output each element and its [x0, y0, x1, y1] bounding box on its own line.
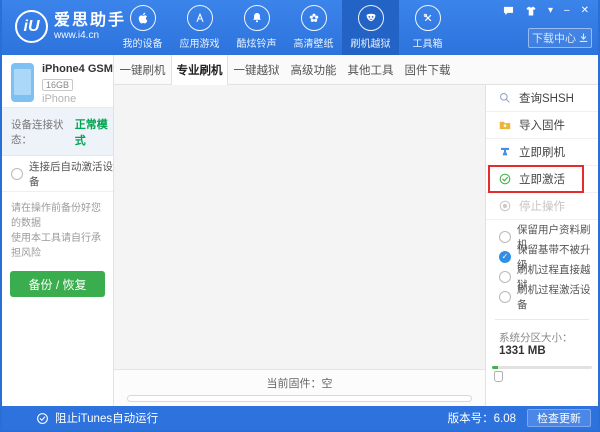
- main-nav: 我的设备 应用游戏 酷炫铃声 高清壁纸 刷机越狱 工具箱: [114, 0, 456, 55]
- device-sidebar: iPhone4 GSM 16GB iPhone 设备连接状态： 正常模式 连接后自…: [2, 55, 114, 406]
- query-shsh-button[interactable]: 查询SHSH: [486, 85, 598, 112]
- firmware-list-area: [114, 85, 485, 369]
- radio-icon[interactable]: [499, 231, 511, 243]
- minimize-icon[interactable]: –: [564, 5, 570, 17]
- menu-icon[interactable]: ▾: [548, 5, 553, 17]
- app-logo: iU 爱思助手 www.i4.cn: [15, 10, 126, 43]
- action-sidebar: 查询SHSH 导入固件 立即刷机 立即激活 停止操作 保留用户资料刷机 ✓ 保留…: [485, 85, 598, 406]
- current-firmware-strip: 当前固件：空: [114, 369, 485, 406]
- mask-icon: [357, 5, 384, 31]
- connection-status-value: 正常模式: [74, 118, 108, 147]
- bell-icon: [243, 5, 270, 31]
- nav-item-wallpapers[interactable]: 高清壁纸: [285, 0, 342, 55]
- stop-icon: [499, 200, 511, 212]
- nav-label: 刷机越狱: [350, 39, 391, 50]
- nav-item-toolbox[interactable]: 工具箱: [399, 0, 456, 55]
- download-icon: [579, 33, 588, 42]
- device-capacity-badge: 16GB: [42, 79, 74, 91]
- iphone-icon: [11, 63, 34, 102]
- app-window: iU 爱思助手 www.i4.cn 我的设备 应用游戏 酷炫铃声 高清壁纸 刷机…: [0, 0, 600, 432]
- slider-fill: [492, 366, 498, 369]
- apple-icon: [129, 5, 156, 31]
- flash-now-button[interactable]: 立即刷机: [486, 139, 598, 166]
- window-controls: ▾ – ✕: [503, 5, 589, 17]
- partition-size-slider[interactable]: [492, 366, 592, 384]
- block-itunes-toggle[interactable]: 阻止iTunes自动运行: [36, 410, 158, 426]
- device-info: iPhone4 GSM 16GB iPhone: [2, 55, 113, 108]
- theme-icon[interactable]: [525, 5, 537, 17]
- nav-item-apps-games[interactable]: 应用游戏: [171, 0, 228, 55]
- flash-options: 保留用户资料刷机 保留基带不被升级 刷机过程直接越狱 刷机过程激活设备: [486, 220, 598, 311]
- divider: [495, 319, 589, 320]
- nav-item-my-devices[interactable]: 我的设备: [114, 0, 171, 55]
- current-firmware-label: 当前固件：空: [266, 377, 333, 390]
- auto-activate-label: 连接后自动激活设备: [29, 160, 113, 188]
- radio-icon[interactable]: [11, 167, 23, 180]
- nav-label: 工具箱: [412, 39, 443, 50]
- radio-icon[interactable]: [499, 291, 511, 303]
- tab-one-key-flash[interactable]: 一键刷机: [114, 55, 171, 84]
- nav-item-ringtones[interactable]: 酷炫铃声: [228, 0, 285, 55]
- tab-advanced[interactable]: 高级功能: [285, 55, 342, 84]
- radio-icon[interactable]: [499, 271, 511, 283]
- flash-progress-bar: [126, 394, 472, 402]
- shsh-search-icon: [500, 93, 510, 103]
- device-name: iPhone4 GSM: [42, 63, 113, 75]
- flash-tabs: 一键刷机 专业刷机 一键越狱 高级功能 其他工具 固件下载: [114, 55, 598, 85]
- logo-badge-icon: iU: [15, 10, 48, 43]
- main-panel: 当前固件：空: [114, 85, 485, 406]
- nav-label: 酷炫铃声: [236, 39, 277, 50]
- nav-label: 高清壁纸: [293, 39, 334, 50]
- tab-firmware-download[interactable]: 固件下载: [399, 55, 456, 84]
- auto-activate-option[interactable]: 连接后自动激活设备: [2, 156, 113, 192]
- flower-icon: [300, 5, 327, 31]
- tab-pro-flash[interactable]: 专业刷机: [171, 55, 228, 85]
- option-activate-during-flash[interactable]: 刷机过程激活设备: [486, 284, 598, 311]
- check-circle-icon: [37, 412, 48, 424]
- slider-track[interactable]: [492, 366, 592, 369]
- feedback-icon[interactable]: [503, 5, 514, 17]
- system-partition-size: 系统分区大小：1331 MB: [499, 332, 573, 357]
- activate-now-button[interactable]: 立即激活: [486, 165, 598, 193]
- appstore-icon: [186, 5, 213, 31]
- radio-checked-icon[interactable]: [499, 251, 511, 263]
- version-label: 版本号：6.08: [447, 413, 516, 425]
- import-firmware-button[interactable]: 导入固件: [486, 112, 598, 139]
- tab-other-tools[interactable]: 其他工具: [342, 55, 399, 84]
- download-center-label: 下载中心: [532, 33, 576, 45]
- header: iU 爱思助手 www.i4.cn 我的设备 应用游戏 酷炫铃声 高清壁纸 刷机…: [2, 0, 598, 55]
- warning-text: 请在操作前备份好您的数据 使用本工具请自行承担风险: [11, 203, 101, 259]
- check-update-button[interactable]: 检查更新: [527, 409, 591, 427]
- device-model: iPhone: [42, 93, 77, 105]
- stop-operation-button[interactable]: 停止操作: [486, 193, 598, 220]
- close-icon[interactable]: ✕: [581, 5, 589, 17]
- backup-restore-button[interactable]: 备份 / 恢复: [10, 271, 105, 297]
- nav-item-flash-jailbreak[interactable]: 刷机越狱: [342, 0, 399, 55]
- connection-status: 设备连接状态： 正常模式: [2, 108, 113, 156]
- status-bar: 阻止iTunes自动运行 版本号：6.08 检查更新: [2, 406, 598, 430]
- slider-handle[interactable]: [494, 371, 503, 382]
- partition-size-value: 1331 MB: [499, 345, 546, 357]
- import-firmware-icon: [499, 121, 511, 130]
- tools-icon: [414, 5, 441, 31]
- tab-one-key-jailbreak[interactable]: 一键越狱: [228, 55, 285, 84]
- nav-label: 我的设备: [122, 39, 163, 50]
- connection-status-label: 设备连接状态：: [11, 118, 64, 146]
- activate-check-icon: [499, 173, 511, 185]
- flash-brush-icon: [500, 147, 510, 156]
- nav-label: 应用游戏: [179, 39, 220, 50]
- block-itunes-label: 阻止iTunes自动运行: [55, 413, 159, 425]
- download-center-button[interactable]: 下载中心: [528, 28, 592, 48]
